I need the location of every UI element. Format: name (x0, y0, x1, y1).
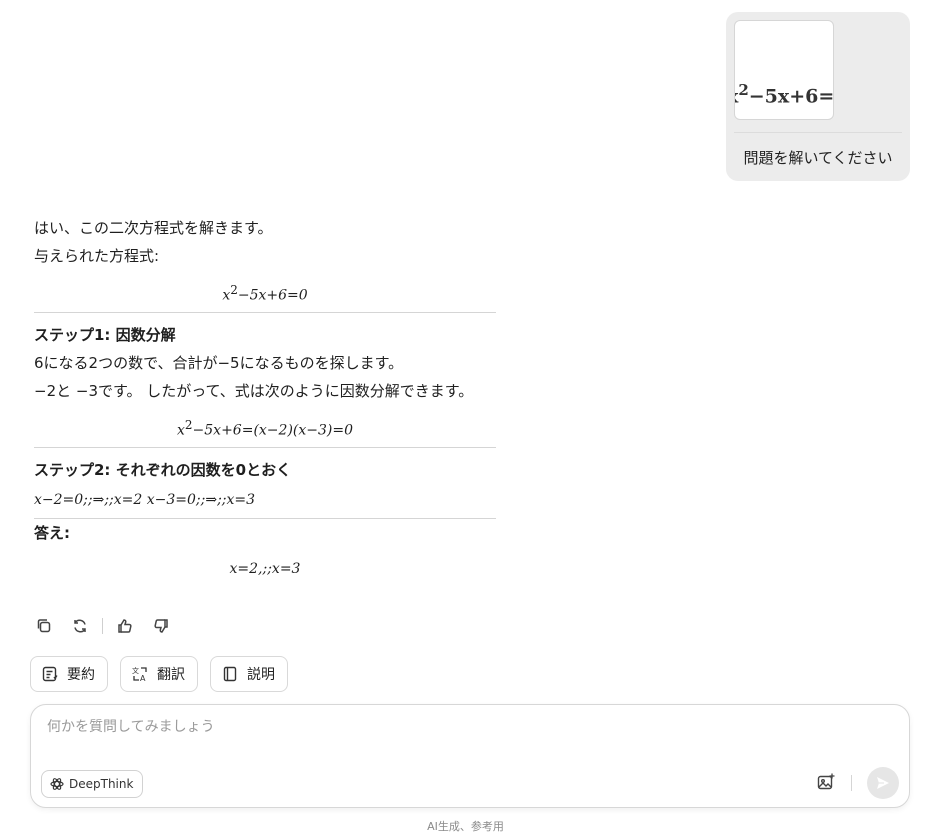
summary-icon (41, 665, 59, 683)
thumbs-down-icon[interactable] (147, 612, 175, 640)
input-separator (851, 775, 852, 791)
translate-chip[interactable]: 文A 翻訳 (120, 656, 198, 692)
step2-equations: x−2=0;;⇒;;x=2 x−3=0;;⇒;;x=3 (34, 492, 256, 508)
refresh-icon[interactable] (66, 612, 94, 640)
step1-heading: ステップ1: 因数分解 (34, 326, 176, 344)
thumbs-up-icon[interactable] (111, 612, 139, 640)
divider (34, 312, 496, 313)
translate-chip-label: 翻訳 (157, 667, 185, 683)
attached-image-thumbnail[interactable]: x2−5x+6= (734, 20, 834, 120)
divider (34, 447, 496, 448)
final-equation: x=2,;;x=3 (229, 561, 301, 577)
chat-input-box: DeepThink (30, 704, 910, 808)
step2-heading: ステップ2: それぞれの因数を0とおく (34, 461, 292, 479)
quick-action-chips: 要約 文A 翻訳 説明 (30, 656, 300, 692)
bubble-divider (734, 132, 902, 133)
actions-separator (102, 618, 103, 634)
image-upload-icon[interactable] (815, 771, 837, 793)
explain-chip-label: 説明 (247, 667, 275, 683)
copy-icon[interactable] (30, 612, 58, 640)
step1-equation: x2−5x+6=(x−2)(x−3)=0 (177, 418, 353, 439)
book-icon (221, 665, 239, 683)
atom-icon (50, 777, 64, 791)
user-message-text: 問題を解いてください (743, 149, 893, 167)
assistant-answer: はい、この二次方程式を解きます。 与えられた方程式: x2−5x+6=0 ステッ… (34, 214, 496, 583)
user-message-bubble: x2−5x+6= 問題を解いてください (726, 12, 910, 181)
summary-chip[interactable]: 要約 (30, 656, 108, 692)
message-actions (30, 612, 183, 640)
final-heading: 答え: (34, 524, 70, 542)
step1-line2: −2と −3です。 したがって、式は次のように因数分解できます。 (34, 382, 474, 400)
deepthink-label: DeepThink (69, 777, 134, 791)
step1-line1: 6になる2つの数で、合計が−5になるものを探します。 (34, 354, 404, 372)
svg-text:A: A (140, 674, 146, 683)
send-button[interactable] (867, 767, 899, 799)
answer-intro: はい、この二次方程式を解きます。 (34, 219, 273, 237)
given-label: 与えられた方程式: (34, 247, 160, 265)
chat-input[interactable] (47, 719, 807, 735)
send-icon (877, 777, 889, 789)
summary-chip-label: 要約 (67, 667, 95, 683)
translate-icon: 文A (131, 665, 149, 683)
footer-disclaimer: AI生成、参考用 (427, 820, 504, 833)
thumbnail-equation: x2−5x+6= (735, 81, 834, 108)
explain-chip[interactable]: 説明 (210, 656, 288, 692)
svg-text:文: 文 (132, 666, 139, 675)
given-equation: x2−5x+6=0 (222, 283, 308, 304)
deepthink-button[interactable]: DeepThink (41, 770, 144, 798)
